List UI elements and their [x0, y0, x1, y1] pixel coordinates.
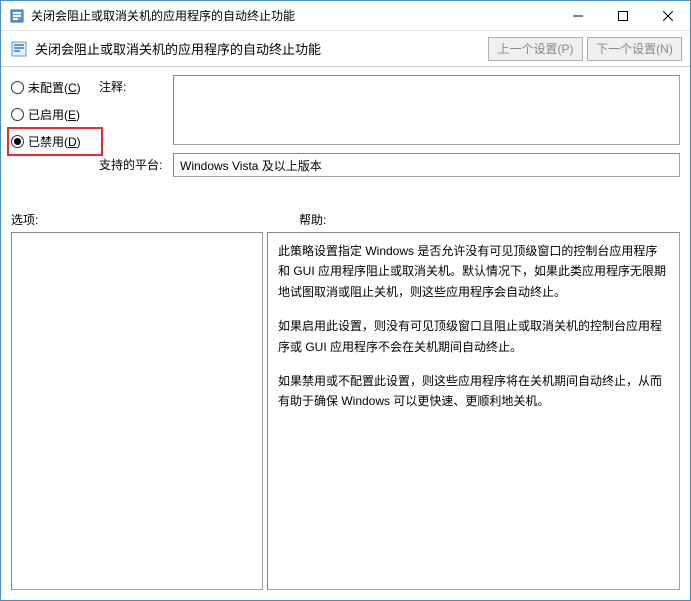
minimize-icon [573, 11, 583, 21]
help-paragraph: 如果禁用或不配置此设置，则这些应用程序将在关机期间自动终止，从而有助于确保 Wi… [278, 371, 669, 412]
radio-label: 未配置(C) [28, 79, 81, 96]
radio-icon [11, 81, 24, 94]
comment-textarea[interactable] [173, 75, 680, 145]
maximize-icon [618, 11, 628, 21]
options-label: 选项: [11, 211, 299, 228]
platform-label: 支持的平台: [99, 153, 173, 173]
help-paragraph: 此策略设置指定 Windows 是否允许没有可见顶级窗口的控制台应用程序和 GU… [278, 241, 669, 302]
section-labels: 选项: 帮助: [1, 181, 690, 232]
radio-label: 已启用(E) [28, 106, 80, 123]
comment-label: 注释: [99, 75, 173, 95]
window-title: 关闭会阻止或取消关机的应用程序的自动终止功能 [31, 7, 555, 24]
minimize-button[interactable] [555, 1, 600, 30]
help-label: 帮助: [299, 211, 326, 228]
app-icon [9, 8, 25, 24]
titlebar: 关闭会阻止或取消关机的应用程序的自动终止功能 [1, 1, 690, 31]
next-setting-button[interactable]: 下一个设置(N) [587, 37, 682, 61]
policy-icon [9, 39, 29, 59]
radio-label: 已禁用(D) [28, 133, 81, 150]
radio-not-configured[interactable]: 未配置(C) [11, 79, 99, 96]
fields-column: 注释: 支持的平台: Windows Vista 及以上版本 [99, 75, 680, 177]
panels-row: 此策略设置指定 Windows 是否允许没有可见顶级窗口的控制台应用程序和 GU… [1, 232, 690, 600]
policy-editor-window: 关闭会阻止或取消关机的应用程序的自动终止功能 关闭会阻止或取消关机的应用程序的自… [0, 0, 691, 601]
window-controls [555, 1, 690, 30]
policy-title: 关闭会阻止或取消关机的应用程序的自动终止功能 [35, 39, 488, 58]
radio-enabled[interactable]: 已启用(E) [11, 106, 99, 123]
maximize-button[interactable] [600, 1, 645, 30]
radio-icon [11, 108, 24, 121]
close-icon [663, 11, 673, 21]
config-area: 未配置(C) 已启用(E) 已禁用(D) 注释: 支持的平台: Windows … [1, 67, 690, 181]
options-panel [11, 232, 263, 590]
radio-group: 未配置(C) 已启用(E) 已禁用(D) [11, 75, 99, 177]
comment-row: 注释: [99, 75, 680, 145]
radio-icon-checked [11, 135, 24, 148]
help-panel: 此策略设置指定 Windows 是否允许没有可见顶级窗口的控制台应用程序和 GU… [267, 232, 680, 590]
radio-disabled[interactable]: 已禁用(D) [7, 127, 103, 156]
previous-setting-button[interactable]: 上一个设置(P) [488, 37, 583, 61]
close-button[interactable] [645, 1, 690, 30]
header-row: 关闭会阻止或取消关机的应用程序的自动终止功能 上一个设置(P) 下一个设置(N) [1, 31, 690, 67]
platform-row: 支持的平台: Windows Vista 及以上版本 [99, 153, 680, 177]
help-paragraph: 如果启用此设置，则没有可见顶级窗口且阻止或取消关机的控制台应用程序或 GUI 应… [278, 316, 669, 357]
nav-buttons: 上一个设置(P) 下一个设置(N) [488, 37, 682, 61]
platform-value: Windows Vista 及以上版本 [173, 153, 680, 177]
